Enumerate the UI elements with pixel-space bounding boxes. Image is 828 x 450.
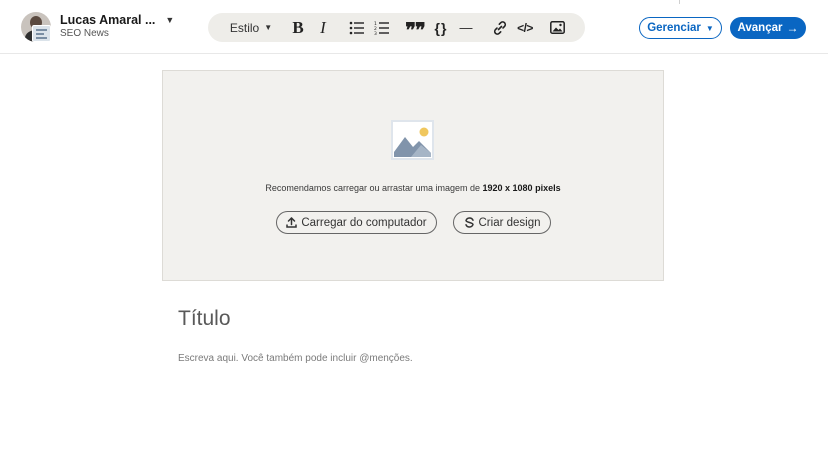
format-toolbar: Estilo ▼ B I 1 2 3 ❞❞ {} — </> <box>208 13 585 42</box>
manage-button[interactable]: Gerenciar ▼ <box>639 17 722 39</box>
quote-button[interactable]: ❞❞ <box>403 13 427 42</box>
upload-from-computer-button[interactable]: Carregar do computador <box>276 211 437 234</box>
author-selector[interactable]: Lucas Amaral ... ▼ SEO News <box>21 11 174 43</box>
image-placeholder-icon <box>391 120 434 160</box>
arrow-right-icon: → <box>786 21 799 35</box>
manage-label: Gerenciar <box>647 22 701 34</box>
next-button[interactable]: Avançar → <box>730 17 806 39</box>
caret-down-icon: ▼ <box>264 23 273 32</box>
svg-text:3: 3 <box>374 31 377 35</box>
design-icon <box>464 217 474 228</box>
image-icon <box>549 21 565 34</box>
numbered-list-icon: 1 2 3 <box>374 21 389 35</box>
cover-recommendation-text: Recomendamos carregar ou arrastar uma im… <box>265 183 483 193</box>
html-embed-button[interactable]: </> <box>513 13 537 42</box>
caret-down-icon: ▼ <box>165 15 175 26</box>
bold-button[interactable]: B <box>287 13 309 42</box>
upload-icon <box>286 217 298 228</box>
link-button[interactable] <box>489 13 511 42</box>
create-design-button[interactable]: Criar design <box>453 211 551 234</box>
bulleted-list-button[interactable] <box>346 13 368 42</box>
link-icon <box>493 20 507 35</box>
cover-image-dropzone[interactable]: Recomendamos carregar ou arrastar uma im… <box>162 70 664 281</box>
next-label: Avançar <box>737 22 783 34</box>
upload-label: Carregar do computador <box>301 216 427 229</box>
design-label: Criar design <box>478 216 541 229</box>
cover-recommendation: Recomendamos carregar ou arrastar uma im… <box>163 183 663 193</box>
insert-image-button[interactable] <box>546 13 568 42</box>
style-label: Estilo <box>229 20 260 35</box>
italic-button[interactable]: I <box>312 13 334 42</box>
cover-recommendation-size: 1920 x 1080 pixels <box>482 183 561 193</box>
window-divider <box>679 0 680 4</box>
numbered-list-button[interactable]: 1 2 3 <box>371 13 393 42</box>
code-block-button[interactable]: {} <box>429 13 453 42</box>
bullet-list-icon <box>349 21 364 34</box>
page-badge-icon <box>32 25 51 42</box>
author-name: Lucas Amaral ... <box>60 13 156 28</box>
style-dropdown[interactable]: Estilo ▼ <box>229 13 273 42</box>
divider-button[interactable]: — <box>455 13 477 42</box>
author-page: SEO News <box>60 28 109 40</box>
top-bar: Lucas Amaral ... ▼ SEO News Estilo ▼ B I… <box>0 0 828 54</box>
article-title-input[interactable]: Título <box>178 307 658 331</box>
caret-down-icon: ▼ <box>705 23 714 33</box>
article-body-input[interactable]: Escreva aqui. Você também pode incluir @… <box>178 353 658 364</box>
